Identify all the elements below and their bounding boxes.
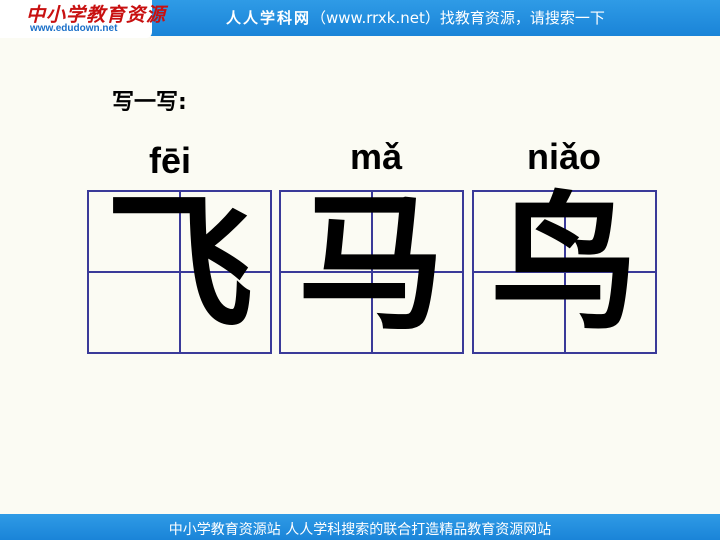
writing-grid-niao: 鸟: [472, 182, 657, 354]
header-site-name: 人人学科网: [226, 9, 312, 27]
hanzi-ma: 马: [297, 178, 446, 350]
hanzi-niao: 鸟: [490, 178, 639, 350]
pinyin-niao: niǎo: [526, 136, 601, 177]
header-bar: 中小学教育资源 www.edudown.net 人人学科网（www.rrxk.n…: [0, 0, 720, 38]
pinyin-fei: fēi: [148, 140, 191, 181]
header-banner-text: 人人学科网（www.rrxk.net）找教育资源，请搜索一下: [226, 7, 605, 28]
writing-grid-ma: 马: [279, 182, 464, 354]
hanzi-fei: 飞: [105, 178, 254, 350]
header-site-url[interactable]: （www.rrxk.net）: [311, 9, 440, 27]
logo-url: www.edudown.net: [30, 23, 118, 34]
footer-text: 中小学教育资源站 人人学科搜索的联合打造精品教育资源网站: [168, 522, 552, 538]
header-tagline: 找教育资源，请搜索一下: [439, 9, 605, 27]
site-logo[interactable]: 中小学教育资源 www.edudown.net: [0, 0, 165, 38]
instruction-label: 写一写:: [112, 90, 187, 115]
footer-bar: 中小学教育资源站 人人学科搜索的联合打造精品教育资源网站: [0, 514, 720, 540]
pinyin-ma: mǎ: [349, 136, 403, 177]
writing-grid-fei: 飞: [87, 182, 272, 354]
